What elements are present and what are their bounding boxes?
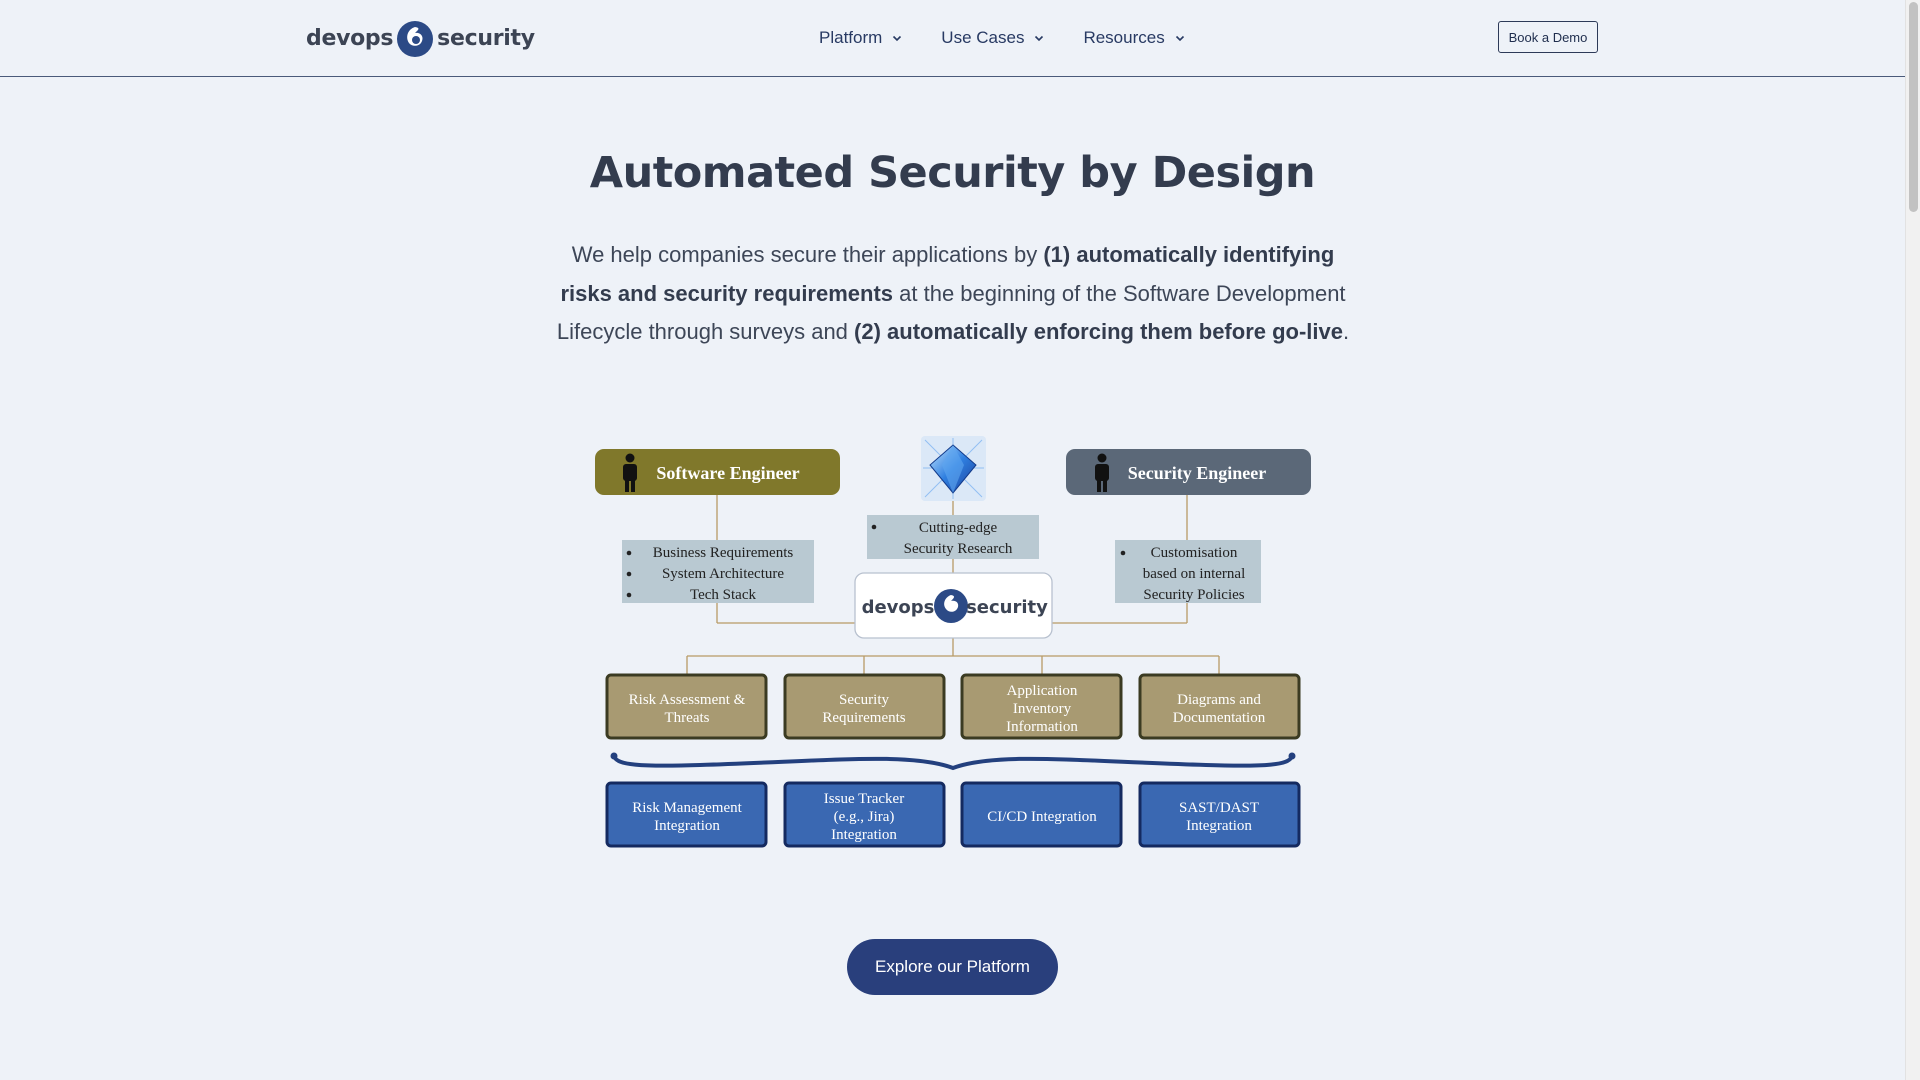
scrollbar[interactable] bbox=[1905, 0, 1920, 1080]
logo-mark-icon bbox=[397, 21, 434, 57]
logo-text-left: devops bbox=[306, 25, 394, 51]
hero-description: We help companies secure their applicati… bbox=[548, 236, 1358, 352]
gem-icon bbox=[921, 436, 986, 501]
page-title: Automated Security by Design bbox=[589, 148, 1316, 198]
svg-text:Integration: Integration bbox=[831, 827, 897, 843]
output-diagrams-documentation: Diagrams and Documentation bbox=[1138, 673, 1301, 740]
brace-end bbox=[1288, 752, 1296, 760]
svg-text:Documentation: Documentation bbox=[1173, 710, 1266, 726]
site-header: devops security Platform Use Cases Resou… bbox=[0, 0, 1905, 77]
svg-text:(e.g., Jira): (e.g., Jira) bbox=[834, 809, 895, 825]
svg-text:Issue Tracker: Issue Tracker bbox=[824, 791, 904, 807]
integration-risk-management: Risk Management Integration bbox=[605, 781, 768, 848]
output-boxes: Risk Assessment & Threats Security Requi… bbox=[605, 673, 1301, 740]
svg-text:devops: devops bbox=[862, 597, 935, 618]
chevron-down-icon bbox=[893, 35, 902, 42]
integration-issue-tracker: Issue Tracker (e.g., Jira) Integration bbox=[783, 781, 946, 848]
svg-text:based on internal: based on internal bbox=[1143, 566, 1245, 582]
architecture-diagram: Software Engineer Security Engineer Cutt… bbox=[595, 436, 1311, 848]
integration-boxes: Risk Management Integration Issue Tracke… bbox=[605, 781, 1301, 848]
logo[interactable]: devops security bbox=[306, 16, 535, 60]
svg-text:Business Requirements: Business Requirements bbox=[653, 545, 794, 561]
brace-end bbox=[610, 752, 618, 760]
output-application-inventory: Application Inventory Information bbox=[960, 673, 1123, 740]
chevron-down-icon bbox=[1035, 35, 1044, 42]
svg-text:Risk Management: Risk Management bbox=[632, 800, 742, 816]
desc-bold-2: (2) automatically enforcing them before … bbox=[854, 319, 1344, 344]
book-demo-button[interactable]: Book a Demo bbox=[1498, 21, 1598, 53]
scrollbar-thumb[interactable] bbox=[1909, 2, 1918, 212]
nav-label: Use Cases bbox=[941, 28, 1025, 47]
svg-text:Risk Assessment &: Risk Assessment & bbox=[629, 692, 746, 708]
nav-platform[interactable]: Platform bbox=[819, 28, 903, 48]
brace-connector bbox=[612, 754, 1294, 771]
integration-ci-cd: CI/CD Integration bbox=[960, 781, 1123, 848]
security-engineer-label: Security Engineer bbox=[1128, 463, 1266, 483]
svg-text:CI/CD Integration: CI/CD Integration bbox=[987, 809, 1097, 825]
svg-text:Application: Application bbox=[1007, 683, 1078, 699]
software-inputs-box: Business Requirements System Architectur… bbox=[622, 540, 814, 603]
svg-text:Tech Stack: Tech Stack bbox=[690, 587, 757, 603]
security-inputs-box: Customisation based on internal Security… bbox=[1115, 540, 1261, 603]
nav-use-cases[interactable]: Use Cases bbox=[941, 28, 1045, 48]
output-risk-assessment: Risk Assessment & Threats bbox=[605, 673, 768, 740]
svg-text:Security: Security bbox=[839, 692, 889, 708]
svg-text:Security Research: Security Research bbox=[904, 541, 1013, 557]
svg-text:System Architecture: System Architecture bbox=[662, 566, 784, 582]
svg-text:Security Policies: Security Policies bbox=[1143, 587, 1244, 603]
chevron-down-icon bbox=[1175, 35, 1184, 42]
research-box: Cutting-edge Security Research bbox=[867, 515, 1039, 559]
nav-label: Resources bbox=[1083, 28, 1165, 47]
output-security-requirements: Security Requirements bbox=[783, 673, 946, 740]
svg-text:Cutting-edge: Cutting-edge bbox=[919, 520, 998, 536]
desc-text-3: . bbox=[1343, 319, 1350, 344]
svg-text:SAST/DAST: SAST/DAST bbox=[1179, 800, 1259, 816]
svg-text:security: security bbox=[966, 597, 1048, 618]
logo-text-right: security bbox=[437, 25, 535, 51]
software-engineer-label: Software Engineer bbox=[656, 463, 799, 483]
explore-platform-button[interactable]: Explore our Platform bbox=[847, 939, 1058, 995]
svg-text:Customisation: Customisation bbox=[1151, 545, 1238, 561]
main-nav: Platform Use Cases Resources bbox=[819, 0, 1224, 76]
svg-text:Information: Information bbox=[1006, 719, 1078, 735]
svg-text:Threats: Threats bbox=[665, 710, 710, 726]
svg-text:Integration: Integration bbox=[654, 818, 720, 834]
security-engineer-box: Security Engineer bbox=[1066, 449, 1311, 495]
nav-label: Platform bbox=[819, 28, 883, 47]
software-engineer-box: Software Engineer bbox=[595, 449, 840, 495]
center-logo-box: devops security bbox=[854, 572, 1053, 639]
svg-text:Diagrams and: Diagrams and bbox=[1177, 692, 1261, 708]
svg-text:Integration: Integration bbox=[1186, 818, 1252, 834]
nav-resources[interactable]: Resources bbox=[1083, 28, 1185, 48]
desc-text-1: We help companies secure their applicati… bbox=[571, 242, 1044, 267]
svg-text:Inventory: Inventory bbox=[1013, 701, 1072, 717]
svg-text:Requirements: Requirements bbox=[822, 710, 905, 726]
integration-sast-dast: SAST/DAST Integration bbox=[1138, 781, 1301, 848]
